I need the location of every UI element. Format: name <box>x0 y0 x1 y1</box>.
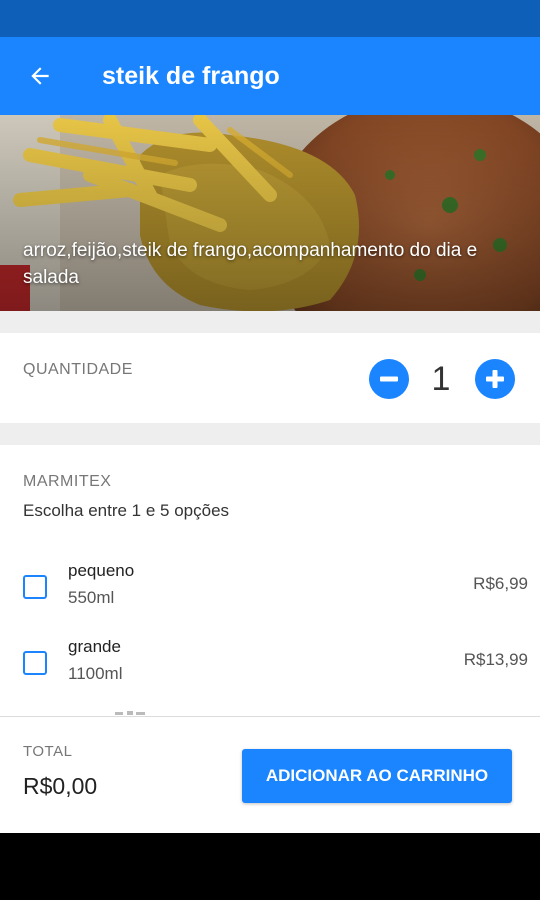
status-bar <box>0 0 540 37</box>
add-to-cart-button[interactable]: ADICIONAR AO CARRINHO <box>242 749 512 803</box>
quantity-value: 1 <box>431 360 451 398</box>
section-subtitle: Escolha entre 1 e 5 opções <box>23 501 230 520</box>
option-description: 550ml <box>68 588 115 607</box>
minus-circle-icon <box>380 376 398 382</box>
bottom-bar: TOTAL R$0,00 ADICIONAR AO CARRINHO <box>0 716 540 833</box>
quantity-section: QUANTIDADE 1 <box>0 333 540 423</box>
checkbox[interactable] <box>23 651 47 675</box>
total-value: R$0,00 <box>23 773 98 799</box>
increment-button[interactable] <box>475 359 515 399</box>
product-description: arroz,feijão,steik de frango,acompanhame… <box>23 240 478 288</box>
quantity-label: QUANTIDADE <box>23 361 133 378</box>
back-button[interactable] <box>0 37 80 115</box>
option-name: grande <box>68 637 121 656</box>
decrement-button[interactable] <box>369 359 409 399</box>
option-item-grande[interactable]: grande 1100ml R$13,99 <box>0 637 540 701</box>
options-section: MARMITEX Escolha entre 1 e 5 opções pequ… <box>0 445 540 716</box>
product-image: arroz,feijão,steik de frango,acompanhame… <box>0 115 540 311</box>
divider <box>0 423 540 445</box>
section-title: MARMITEX <box>23 473 112 490</box>
option-description: 1100ml <box>68 664 123 683</box>
total-label: TOTAL <box>23 743 73 760</box>
option-price: R$6,99 <box>473 574 528 593</box>
app-bar: steik de frango <box>0 37 540 115</box>
divider <box>0 311 540 333</box>
arrow-left-icon <box>31 67 49 85</box>
plus-circle-icon <box>486 370 504 388</box>
page-title: steik de frango <box>102 61 280 90</box>
option-item-pequeno[interactable]: pequeno 550ml R$6,99 <box>0 561 540 625</box>
checkbox[interactable] <box>23 575 47 599</box>
navigation-bar <box>0 833 540 900</box>
option-name: pequeno <box>68 561 135 580</box>
option-price: R$13,99 <box>463 650 528 669</box>
